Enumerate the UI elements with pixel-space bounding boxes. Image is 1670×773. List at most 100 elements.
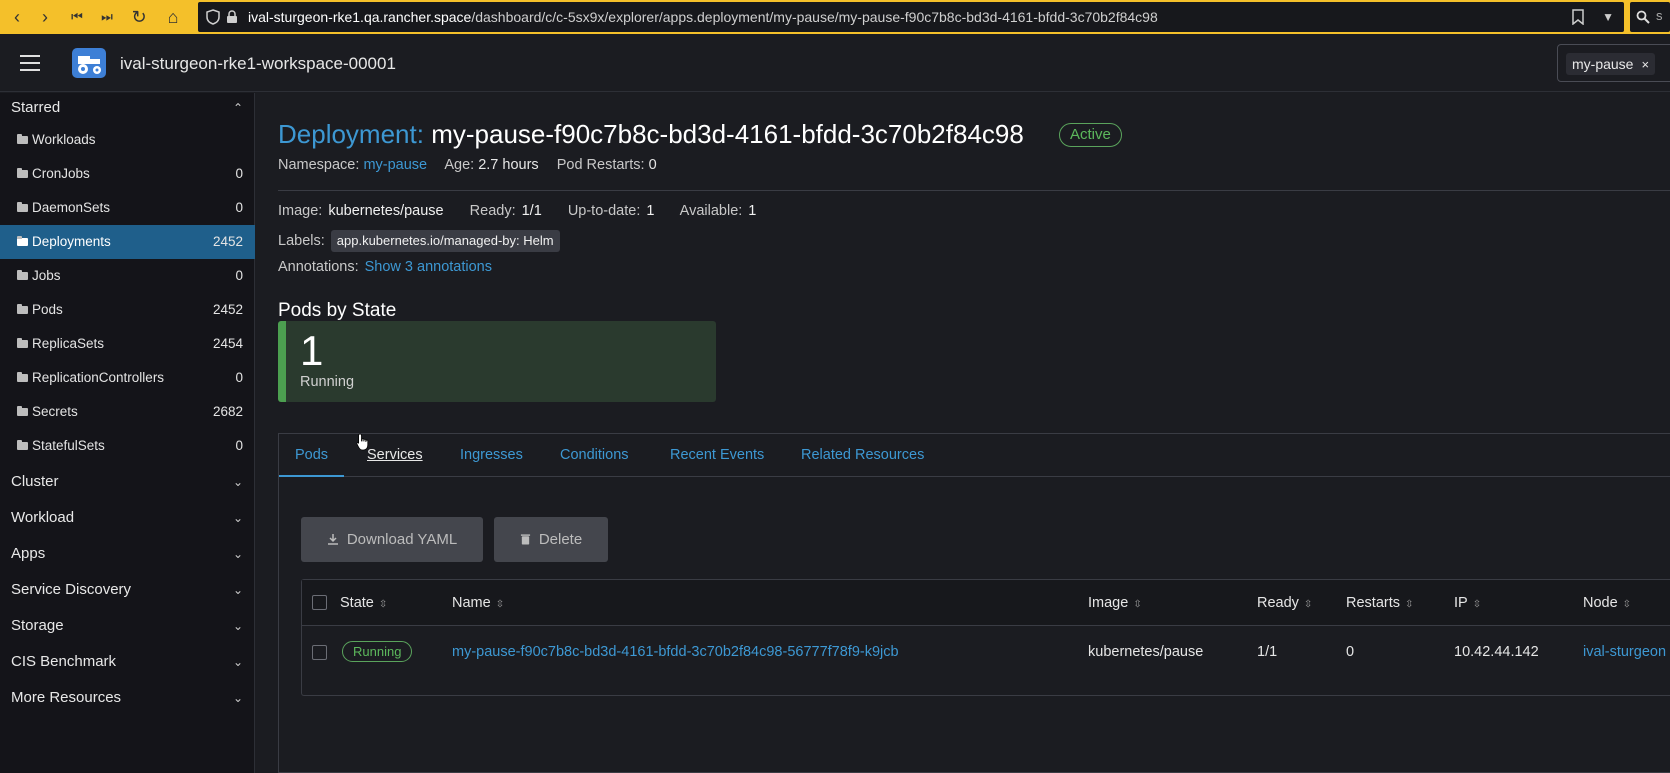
column-restarts[interactable]: Restarts ⇳: [1346, 580, 1413, 626]
tab-services[interactable]: Services: [367, 434, 423, 477]
cluster-logo: [72, 48, 106, 78]
tab-related-resources[interactable]: Related Resources: [801, 434, 924, 477]
browser-search[interactable]: s: [1630, 2, 1670, 32]
sidebar-item-count: 2682: [212, 404, 243, 419]
folder-icon: [17, 440, 28, 450]
row-checkbox[interactable]: [312, 645, 327, 660]
age-label: Age:: [444, 157, 475, 173]
sort-icon: ⇳: [1472, 599, 1482, 610]
folder-icon: [17, 236, 28, 246]
row-name-link[interactable]: my-pause-f90c7b8c-bd3d-4161-bfdd-3c70b2f…: [452, 626, 899, 678]
download-yaml-label: Download YAML: [346, 531, 458, 548]
chevron-down-icon[interactable]: ▼: [1602, 10, 1614, 24]
sort-icon: ⇳: [378, 599, 388, 610]
download-yaml-button[interactable]: Download YAML: [301, 517, 483, 562]
sort-icon: ⇳: [1622, 599, 1632, 610]
column-label: State: [340, 595, 374, 611]
sidebar-item-secrets[interactable]: Secrets 2682: [0, 395, 255, 429]
sidebar-group-workload[interactable]: Workload ⌄: [0, 500, 255, 536]
tab-recent-events[interactable]: Recent Events: [670, 434, 764, 477]
labels-line: Labels: app.kubernetes.io/managed-by: Hel…: [278, 230, 560, 252]
sidebar-item-count: 0: [235, 166, 243, 181]
sidebar-item-jobs[interactable]: Jobs 0: [0, 259, 255, 293]
sidebar-group-cluster[interactable]: Cluster ⌄: [0, 464, 255, 500]
column-node[interactable]: Node ⇳: [1583, 580, 1631, 626]
folder-icon: [17, 406, 28, 416]
row-node-link[interactable]: ival-sturgeon: [1583, 626, 1666, 678]
delete-label: Delete: [538, 531, 583, 548]
sidebar-group-storage[interactable]: Storage ⌄: [0, 608, 255, 644]
sidebar-item-label: StatefulSets: [32, 438, 105, 453]
tab-conditions[interactable]: Conditions: [560, 434, 629, 477]
sidebar-item-replicationcontrollers[interactable]: ReplicationControllers 0: [0, 361, 255, 395]
skip-back-icon[interactable]: ⏮: [64, 4, 90, 30]
sidebar-group-starred[interactable]: Starred ⌃: [0, 90, 255, 126]
trash-icon: [520, 534, 530, 545]
sidebar-group-service-discovery[interactable]: Service Discovery ⌄: [0, 572, 255, 608]
url-bar[interactable]: ival-sturgeon-rke1.qa.rancher.space/dash…: [198, 2, 1624, 32]
folder-icon: [17, 134, 28, 144]
row-restarts: 0: [1346, 644, 1355, 660]
delete-button[interactable]: Delete: [494, 517, 608, 562]
column-state[interactable]: State ⇳: [340, 580, 387, 626]
sidebar-item-statefulsets[interactable]: StatefulSets 0: [0, 429, 255, 463]
namespace-filter[interactable]: my-pause ×: [1557, 44, 1670, 82]
column-label: Node: [1583, 595, 1618, 611]
sidebar-group-label: Service Discovery: [11, 581, 132, 598]
annotations-label: Annotations:: [278, 259, 359, 275]
sidebar-item-label: ReplicationControllers: [32, 370, 165, 385]
sidebar-item-cronjobs[interactable]: CronJobs 0: [0, 157, 255, 191]
sidebar-group-apps[interactable]: Apps ⌄: [0, 536, 255, 572]
column-ready[interactable]: Ready ⇳: [1257, 580, 1312, 626]
folder-icon: [17, 270, 28, 280]
sidebar-item-workloads[interactable]: Workloads: [0, 123, 255, 157]
folder-icon: [17, 372, 28, 382]
forward-icon[interactable]: ›: [32, 4, 58, 30]
available-label: Available:: [679, 203, 743, 219]
search-text: s: [1656, 8, 1663, 23]
skip-forward-icon[interactable]: ⏭: [94, 4, 120, 30]
sidebar-item-daemonsets[interactable]: DaemonSets 0: [0, 191, 255, 225]
sort-icon: ⇳: [1405, 599, 1414, 610]
sidebar-group-more-resources[interactable]: More Resources ⌄: [0, 680, 255, 716]
home-icon[interactable]: ⌂: [160, 4, 186, 30]
row-ip: 10.42.44.142: [1454, 644, 1539, 660]
tab-pods[interactable]: Pods: [279, 434, 345, 477]
uptodate-value: 1: [646, 203, 655, 219]
folder-icon: [17, 202, 28, 212]
back-icon[interactable]: ‹: [4, 4, 30, 30]
show-annotations-link[interactable]: Show 3 annotations: [365, 259, 492, 275]
chevron-down-icon: ⌄: [232, 691, 243, 705]
column-name[interactable]: Name ⇳: [452, 580, 504, 626]
folder-icon: [17, 168, 28, 178]
sidebar-item-label: Jobs: [32, 268, 61, 283]
namespace-link[interactable]: my-pause: [363, 157, 427, 173]
select-all-checkbox[interactable]: [312, 595, 327, 610]
lock-icon: [227, 10, 237, 23]
ready-value: 1/1: [521, 203, 542, 219]
row-status-badge: Running: [342, 641, 413, 662]
sidebar-item-pods[interactable]: Pods 2452: [0, 293, 255, 327]
restarts-label: Pod Restarts:: [556, 157, 645, 173]
namespace-chip[interactable]: my-pause ×: [1566, 53, 1656, 75]
menu-icon[interactable]: [20, 55, 40, 71]
download-icon: [327, 534, 338, 545]
sidebar-item-label: DaemonSets: [32, 200, 111, 215]
age-value: 2.7 hours: [478, 157, 539, 173]
bookmark-icon[interactable]: [1572, 9, 1584, 25]
close-icon[interactable]: ×: [1641, 57, 1649, 72]
tab-ingresses[interactable]: Ingresses: [460, 434, 523, 477]
table-row[interactable]: Running my-pause-f90c7b8c-bd3d-4161-bfdd…: [302, 626, 1670, 696]
reload-icon[interactable]: ↻: [126, 4, 152, 30]
sidebar-item-replicasets[interactable]: ReplicaSets 2454: [0, 327, 255, 361]
chevron-down-icon: ⌄: [232, 583, 243, 597]
resource-kind: Deployment:: [278, 119, 424, 149]
status-badge: Active: [1059, 123, 1122, 147]
sidebar-item-deployments[interactable]: Deployments 2452: [0, 225, 255, 259]
column-ip[interactable]: IP ⇳: [1454, 580, 1481, 626]
column-label: IP: [1454, 595, 1468, 611]
sidebar-item-count: 2452: [212, 234, 243, 249]
column-image[interactable]: Image ⇳: [1088, 580, 1142, 626]
sidebar-item-label: CronJobs: [32, 166, 90, 181]
sidebar-group-cis-benchmark[interactable]: CIS Benchmark ⌄: [0, 644, 255, 680]
